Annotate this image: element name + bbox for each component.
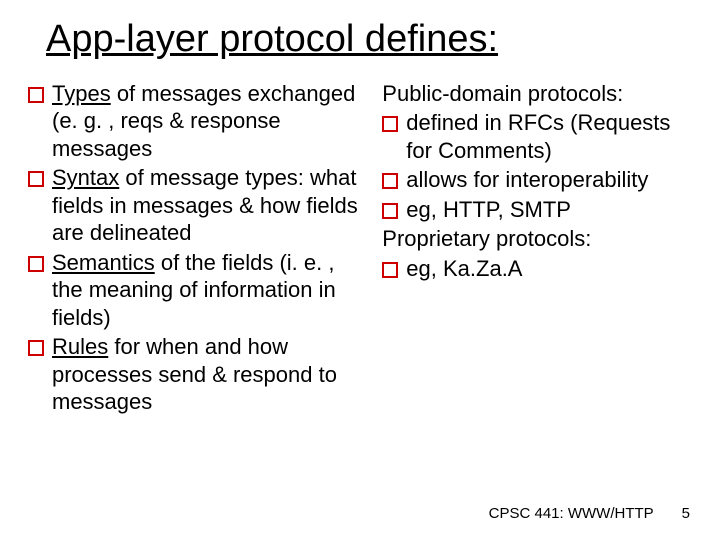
item-text: eg, Ka.Za.A <box>406 255 692 283</box>
right-column: Public-domain protocols: defined in RFCs… <box>382 80 692 418</box>
item-lead: Types <box>52 81 111 106</box>
item-lead: Rules <box>52 334 108 359</box>
bullet-icon <box>28 256 44 272</box>
item-text: eg, HTTP, SMTP <box>406 196 692 224</box>
item-text: Rules for when and how processes send & … <box>52 333 370 416</box>
item-text: Syntax of message types: what fields in … <box>52 164 370 247</box>
bullet-icon <box>382 173 398 189</box>
bullet-icon <box>28 340 44 356</box>
list-item: allows for interoperability <box>382 166 692 194</box>
list-item: Types of messages exchanged (e. g. , req… <box>28 80 370 163</box>
item-text: allows for interoperability <box>406 166 692 194</box>
item-lead: Semantics <box>52 250 155 275</box>
subheading-proprietary: Proprietary protocols: <box>382 225 692 253</box>
list-item: defined in RFCs (Requests for Comments) <box>382 109 692 164</box>
item-text: defined in RFCs (Requests for Comments) <box>406 109 692 164</box>
list-item: Syntax of message types: what fields in … <box>28 164 370 247</box>
bullet-icon <box>28 87 44 103</box>
slide-title: App-layer protocol defines: <box>46 18 692 62</box>
slide-footer: CPSC 441: WWW/HTTP 5 <box>489 505 690 522</box>
list-item: eg, HTTP, SMTP <box>382 196 692 224</box>
bullet-icon <box>382 262 398 278</box>
bullet-icon <box>28 171 44 187</box>
page-number: 5 <box>682 505 690 522</box>
list-item: Rules for when and how processes send & … <box>28 333 370 416</box>
content-columns: Types of messages exchanged (e. g. , req… <box>28 80 692 418</box>
item-text: Types of messages exchanged (e. g. , req… <box>52 80 370 163</box>
footer-course: CPSC 441: WWW/HTTP <box>489 505 654 522</box>
list-item: Semantics of the fields (i. e. , the mea… <box>28 249 370 332</box>
left-column: Types of messages exchanged (e. g. , req… <box>28 80 370 418</box>
item-text: Semantics of the fields (i. e. , the mea… <box>52 249 370 332</box>
subheading-public: Public-domain protocols: <box>382 80 692 108</box>
bullet-icon <box>382 116 398 132</box>
slide: App-layer protocol defines: Types of mes… <box>0 0 720 540</box>
bullet-icon <box>382 203 398 219</box>
item-lead: Syntax <box>52 165 119 190</box>
list-item: eg, Ka.Za.A <box>382 255 692 283</box>
